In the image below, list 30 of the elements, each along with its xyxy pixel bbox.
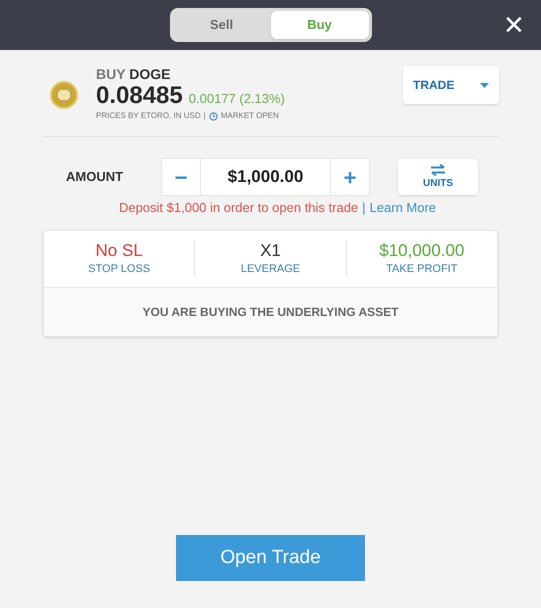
stat-label[interactable]: TAKE PROFIT (386, 260, 458, 276)
separator-text: | (204, 110, 206, 122)
coin-icon (50, 81, 78, 109)
stat-label[interactable]: LEVERAGE (240, 260, 300, 276)
asset-note: YOU ARE BUYING THE UNDERLYING ASSET (142, 304, 399, 320)
learn-more-link[interactable]: Learn More (370, 198, 436, 218)
market-status: MARKET OPEN (220, 110, 279, 122)
stat-value: $10,000.00 (379, 240, 464, 260)
side-tab[interactable]: Sell (172, 11, 270, 39)
amount-label: AMOUNT (66, 168, 124, 186)
units-button[interactable]: UNITS (398, 159, 478, 195)
decrease-button[interactable]: − (161, 158, 201, 196)
caret-icon (480, 82, 489, 88)
order-type-dropdown[interactable]: TRADE (403, 66, 499, 104)
amount-field[interactable]: $1,000.00 (201, 158, 330, 196)
side-tab[interactable]: Buy (270, 11, 368, 39)
price-source: PRICES BY ETORO, IN USD (96, 110, 201, 122)
open-trade-button[interactable]: Open Trade (176, 535, 365, 581)
price-text: 0.08485 (96, 82, 183, 110)
stat-value: No SL (96, 240, 143, 260)
increase-button[interactable]: + (330, 158, 370, 196)
deposit-notice: Deposit $1,000 in order to open this trade (118, 199, 358, 217)
price-change: 0.00177 (2.13%) (188, 90, 285, 108)
stat-label[interactable]: STOP LOSS (88, 260, 150, 276)
close-button[interactable]: ✕ (503, 10, 525, 40)
separator-text: | (362, 199, 366, 217)
asset-title: BUY DOGE (96, 66, 172, 82)
clock-icon (208, 112, 218, 120)
swap-icon (430, 164, 446, 176)
stat-value: X1 (260, 240, 281, 260)
